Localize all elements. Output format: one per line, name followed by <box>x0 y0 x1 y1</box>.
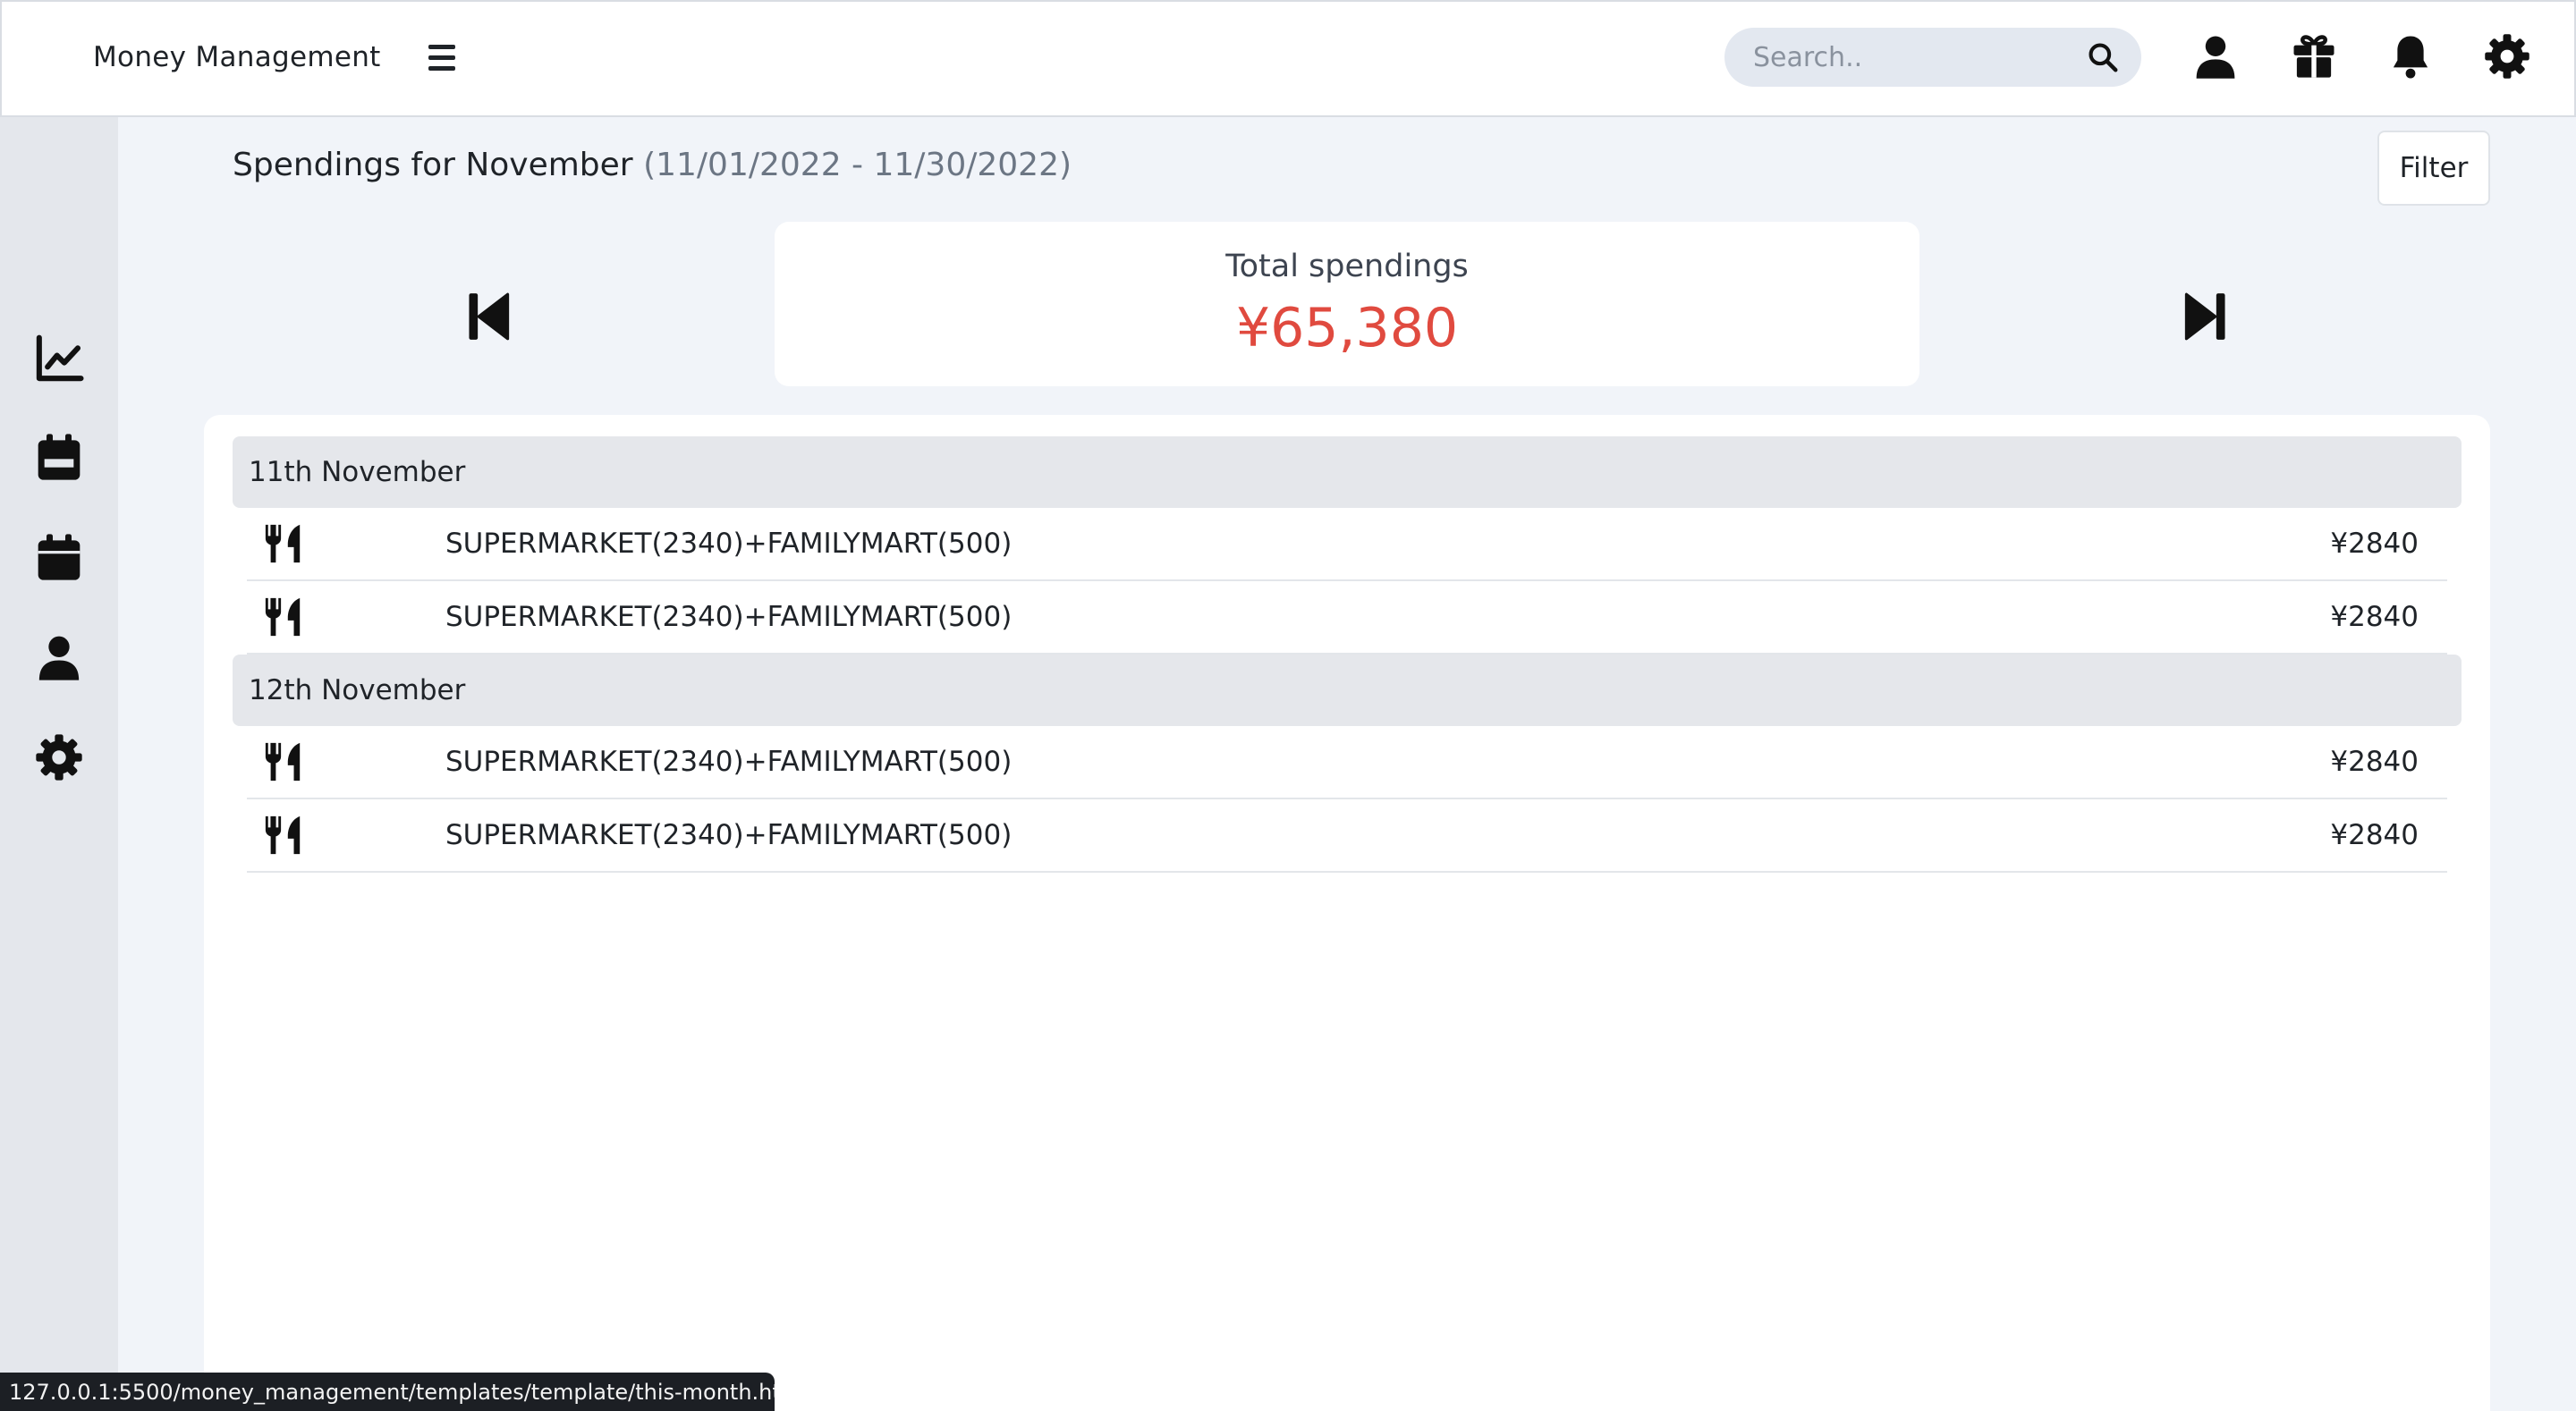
gear-icon[interactable] <box>34 732 84 782</box>
bell-icon[interactable] <box>2386 32 2435 80</box>
transaction-amount: ¥2840 <box>2330 601 2419 633</box>
gear-icon[interactable] <box>2483 32 2531 80</box>
forward-step-icon[interactable] <box>2182 291 2229 342</box>
transaction-row[interactable]: SUPERMARKET(2340)+FAMILYMART(500) ¥2840 <box>247 581 2447 655</box>
chart-line-icon[interactable] <box>34 334 84 384</box>
transaction-description: SUPERMARKET(2340)+FAMILYMART(500) <box>445 601 1013 633</box>
user-icon[interactable] <box>2191 32 2240 80</box>
transaction-row[interactable]: SUPERMARKET(2340)+FAMILYMART(500) ¥2840 <box>247 799 2447 873</box>
page-title: Spendings for November (11/01/2022 - 11/… <box>233 147 1072 183</box>
transaction-amount: ¥2840 <box>2330 746 2419 778</box>
app-root: Money Management Search.. Spendings for … <box>0 0 2576 1411</box>
transaction-description: SUPERMARKET(2340)+FAMILYMART(500) <box>445 746 1013 778</box>
user-icon[interactable] <box>34 632 84 682</box>
search-box <box>1724 28 2141 87</box>
top-navbar: Money Management <box>0 0 2576 117</box>
app-title[interactable]: Money Management <box>93 41 381 73</box>
transaction-amount: ¥2840 <box>2330 819 2419 851</box>
date-group-header: 12th November <box>233 655 2462 726</box>
utensils-icon <box>265 524 301 563</box>
search-input[interactable] <box>1753 39 2075 75</box>
status-bar-url: 127.0.0.1:5500/money_management/template… <box>0 1373 775 1411</box>
date-group-header: 11th November <box>233 436 2462 508</box>
filter-button[interactable]: Filter <box>2377 131 2490 206</box>
gift-icon[interactable] <box>2290 32 2338 80</box>
transaction-description: SUPERMARKET(2340)+FAMILYMART(500) <box>445 528 1013 560</box>
total-spendings-label: Total spendings <box>1225 249 1469 284</box>
backward-step-icon[interactable] <box>465 291 512 342</box>
transaction-row[interactable]: SUPERMARKET(2340)+FAMILYMART(500) ¥2840 <box>247 508 2447 581</box>
calendar-week-icon[interactable] <box>34 432 84 482</box>
transaction-row[interactable]: SUPERMARKET(2340)+FAMILYMART(500) ¥2840 <box>247 726 2447 799</box>
utensils-icon <box>265 742 301 782</box>
utensils-icon <box>265 597 301 637</box>
search-icon[interactable] <box>2086 40 2120 74</box>
date-range: (11/01/2022 - 11/30/2022) <box>643 147 1072 183</box>
page-heading-text: Spendings for November <box>233 147 633 183</box>
menu-icon[interactable] <box>426 45 458 77</box>
transaction-amount: ¥2840 <box>2330 528 2419 560</box>
total-spendings-value: ¥65,380 <box>1235 297 1459 359</box>
transactions-panel: 11th November SUPERMARKET(2340)+FAMILYMA… <box>204 415 2490 1411</box>
calendar-icon[interactable] <box>34 532 84 582</box>
transaction-description: SUPERMARKET(2340)+FAMILYMART(500) <box>445 819 1013 851</box>
utensils-icon <box>265 815 301 855</box>
total-spendings-card: Total spendings ¥65,380 <box>775 222 1919 386</box>
sidebar <box>0 117 118 1411</box>
